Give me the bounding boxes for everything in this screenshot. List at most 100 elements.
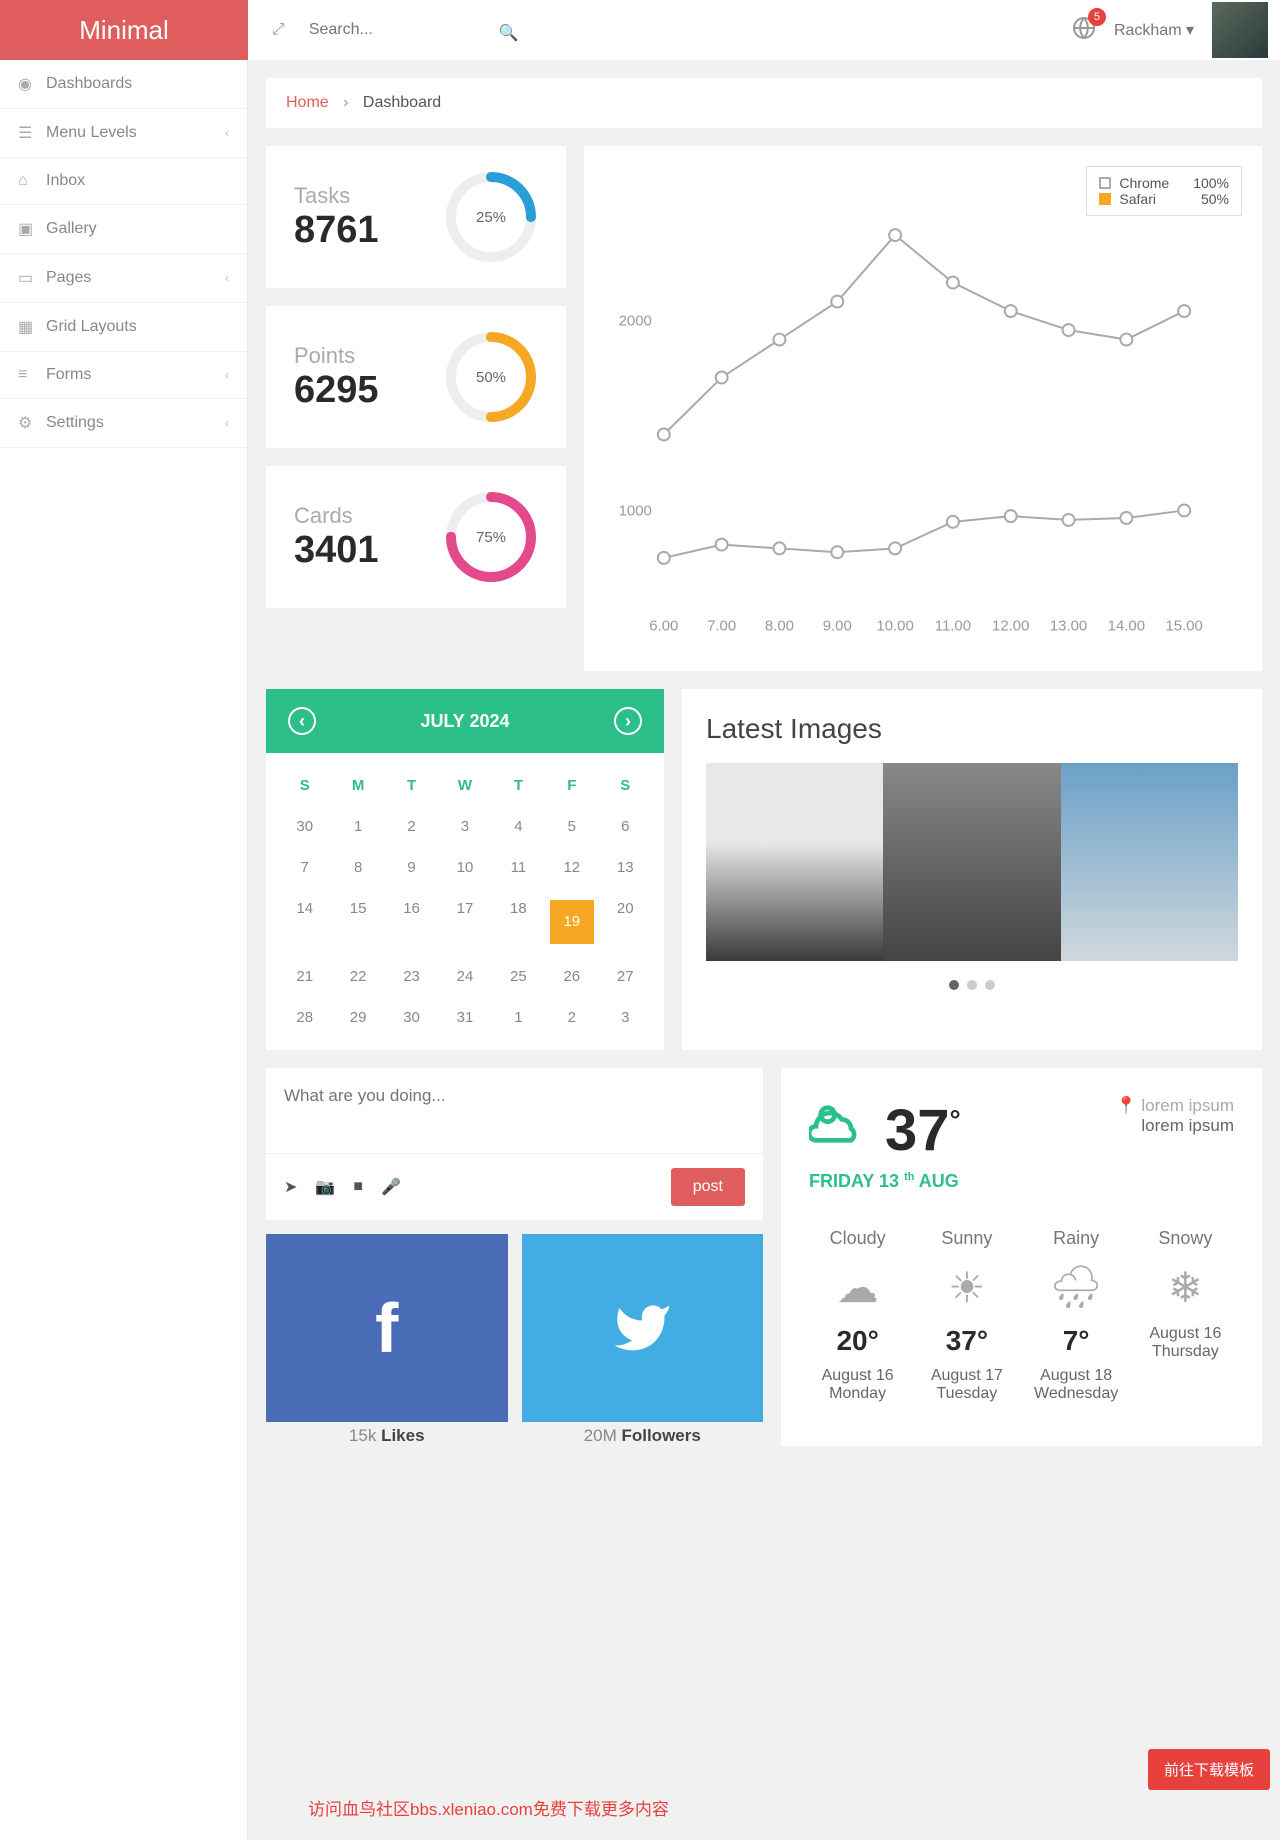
calendar-next-button[interactable]: ›: [614, 707, 642, 735]
calendar-cell[interactable]: 6: [599, 806, 652, 847]
chevron-left-icon: ‹: [225, 368, 229, 382]
breadcrumb: Home › Dashboard: [266, 78, 1262, 128]
calendar-cell[interactable]: 23: [385, 956, 438, 997]
calendar-cell[interactable]: 25: [492, 956, 545, 997]
forecast-day: Snowy❄August 16Thursday: [1137, 1228, 1234, 1403]
search-input[interactable]: [309, 13, 509, 47]
stat-label: Cards: [294, 503, 379, 529]
search-icon[interactable]: 🔍: [499, 23, 519, 43]
calendar-cell[interactable]: 16: [385, 888, 438, 956]
stat-label: Tasks: [294, 183, 379, 209]
calendar-cell[interactable]: 21: [278, 956, 331, 997]
calendar-cell[interactable]: 30: [385, 997, 438, 1038]
svg-text:15.00: 15.00: [1165, 617, 1202, 634]
notification-badge: 5: [1088, 8, 1106, 26]
calendar-cell[interactable]: 20: [599, 888, 652, 956]
sidebar-item-forms[interactable]: ≡Forms ‹: [0, 352, 247, 399]
facebook-tile[interactable]: f: [266, 1234, 508, 1422]
menu-icon: ☰: [18, 123, 46, 143]
calendar-cell[interactable]: 31: [438, 997, 491, 1038]
calendar-cell[interactable]: 4: [492, 806, 545, 847]
sidebar-item-label: Gallery: [46, 220, 97, 238]
calendar-cell[interactable]: 2: [545, 997, 598, 1038]
weather-snowy-icon: ❄: [1137, 1259, 1234, 1315]
brand-logo[interactable]: Minimal: [0, 0, 248, 60]
calendar-cell[interactable]: 1: [331, 806, 384, 847]
camera-icon[interactable]: 📷: [315, 1177, 335, 1197]
location-icon[interactable]: ➤: [284, 1177, 297, 1197]
carousel-dots[interactable]: [706, 977, 1238, 995]
sidebar-item-pages[interactable]: ▭Pages‹: [0, 254, 247, 303]
post-button[interactable]: post: [671, 1168, 745, 1206]
calendar-cell[interactable]: 28: [278, 997, 331, 1038]
sidebar-item-gallery[interactable]: ▣Gallery: [0, 205, 247, 254]
calendar-cell[interactable]: 15: [331, 888, 384, 956]
breadcrumb-home[interactable]: Home: [286, 94, 329, 111]
gear-icon: ⚙: [18, 413, 46, 433]
calendar-cell[interactable]: 27: [599, 956, 652, 997]
calendar-day-header: S: [599, 765, 652, 806]
calendar-cell[interactable]: 13: [599, 847, 652, 888]
inbox-icon: ⌂: [18, 172, 46, 190]
dashboard-icon: ◉: [18, 74, 46, 94]
calendar-cell[interactable]: 17: [438, 888, 491, 956]
donut-chart: 25%: [444, 170, 538, 264]
sidebar-item-dashboards[interactable]: ◉Dashboards: [0, 60, 247, 109]
stat-card-cards: Cards3401 75%: [266, 466, 566, 608]
sidebar-item-inbox[interactable]: ⌂Inbox: [0, 158, 247, 205]
calendar-cell[interactable]: 30: [278, 806, 331, 847]
calendar-cell[interactable]: 7: [278, 847, 331, 888]
calendar-cell[interactable]: 26: [545, 956, 598, 997]
calendar-cell[interactable]: 24: [438, 956, 491, 997]
sidebar-item-settings[interactable]: ⚙Settings‹: [0, 399, 247, 448]
expand-icon[interactable]: ⤢: [272, 21, 285, 39]
stat-value: 6295: [294, 369, 379, 412]
user-menu[interactable]: Rackham ▾: [1114, 20, 1194, 40]
sidebar-item-label: Dashboards: [46, 75, 132, 93]
forecast-day: Rainy🌧7°August 18Wednesday: [1028, 1228, 1125, 1403]
calendar-cell[interactable]: 2: [385, 806, 438, 847]
calendar-cell[interactable]: 5: [545, 806, 598, 847]
svg-text:2000: 2000: [619, 313, 652, 330]
svg-text:1000: 1000: [619, 502, 652, 519]
stat-card-tasks: Tasks8761 25%: [266, 146, 566, 288]
twitter-tile[interactable]: [522, 1234, 764, 1422]
list-icon: ≡: [18, 366, 46, 384]
svg-text:12.00: 12.00: [992, 617, 1029, 634]
calendar-day-header: M: [331, 765, 384, 806]
sidebar-item-menu-levels[interactable]: ☰Menu Levels‹: [0, 109, 247, 158]
calendar-cell[interactable]: 14: [278, 888, 331, 956]
sidebar-item-label: Grid Layouts: [46, 318, 137, 336]
calendar-cell[interactable]: 9: [385, 847, 438, 888]
calendar-cell[interactable]: 3: [438, 806, 491, 847]
sidebar-item-label: Forms: [46, 366, 91, 384]
gallery-image[interactable]: [706, 763, 883, 961]
calendar-cell[interactable]: 12: [545, 847, 598, 888]
mic-icon[interactable]: 🎤: [381, 1177, 401, 1197]
calendar-cell[interactable]: 11: [492, 847, 545, 888]
gallery-image[interactable]: [883, 763, 1060, 961]
calendar-prev-button[interactable]: ‹: [288, 707, 316, 735]
calendar-cell[interactable]: 8: [331, 847, 384, 888]
gallery-image[interactable]: [1061, 763, 1238, 961]
calendar-day-header: T: [492, 765, 545, 806]
calendar-cell[interactable]: 22: [331, 956, 384, 997]
calendar-cell[interactable]: 3: [599, 997, 652, 1038]
calendar-cell[interactable]: 18: [492, 888, 545, 956]
download-template-button[interactable]: 前往下载模板: [1148, 1749, 1270, 1790]
post-textarea[interactable]: [266, 1068, 763, 1148]
calendar-widget: ‹ JULY 2024 › SMTWTFS3012345678910111213…: [266, 689, 664, 1050]
calendar-cell[interactable]: 19: [545, 888, 598, 956]
calendar-cell[interactable]: 29: [331, 997, 384, 1038]
avatar[interactable]: [1212, 2, 1268, 58]
calendar-cell[interactable]: 1: [492, 997, 545, 1038]
forecast-day: Cloudy☁20°August 16Monday: [809, 1228, 906, 1403]
calendar-title: JULY 2024: [420, 711, 509, 732]
notifications-icon[interactable]: 5: [1072, 16, 1096, 45]
current-temp: 37°: [885, 1097, 961, 1164]
chevron-left-icon: ‹: [225, 271, 229, 285]
stat-label: Points: [294, 343, 379, 369]
video-icon[interactable]: ■: [353, 1178, 363, 1196]
calendar-cell[interactable]: 10: [438, 847, 491, 888]
sidebar-item-grid-layouts[interactable]: ▦Grid Layouts: [0, 303, 247, 352]
